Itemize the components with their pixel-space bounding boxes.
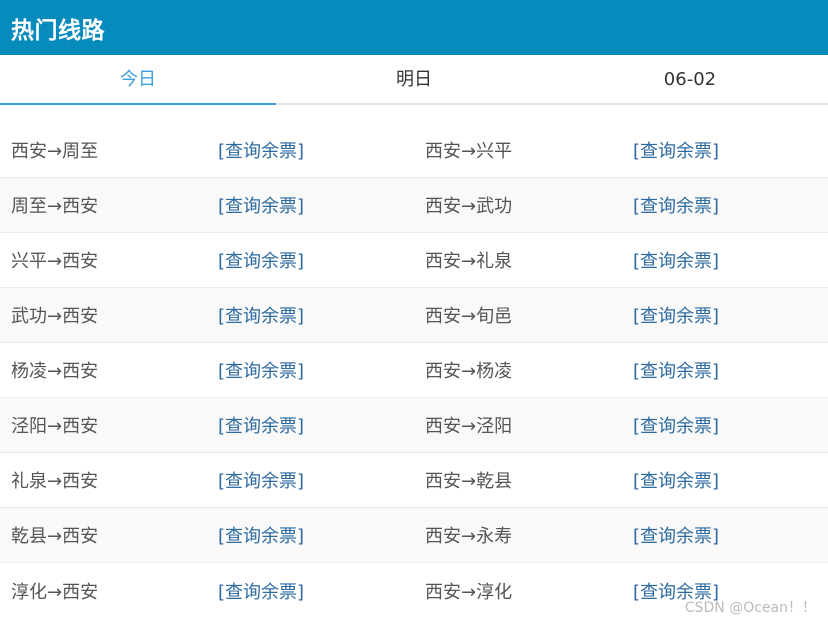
query-tickets-link[interactable]: [查询余票] (218, 522, 304, 548)
watermark: CSDN @Ocean！！ (684, 600, 816, 616)
route-label: 淳化→西安 (11, 581, 99, 603)
route-label: 兴平→西安 (11, 251, 99, 272)
page-title: 热门线路 (11, 17, 105, 44)
query-tickets-link[interactable]: [查询余票] (218, 137, 304, 163)
table-row: 乾县→西安 [查询余票] 西安→永寿 [查询余票] (0, 508, 828, 563)
routes-table: 西安→周至 [查询余票] 西安→兴平 [查询余票] 周至→西安 [查询余票] 西… (0, 123, 828, 618)
query-tickets-link[interactable]: [查询余票] (218, 247, 304, 273)
route-label: 武功→西安 (11, 306, 99, 327)
table-row: 杨凌→西安 [查询余票] 西安→杨凌 [查询余票] (0, 343, 828, 398)
query-tickets-link[interactable]: [查询余票] (218, 578, 304, 604)
tab-date[interactable]: 06-02 (552, 55, 828, 103)
query-tickets-link[interactable]: [查询余票] (633, 302, 719, 328)
route-label: 西安→乾县 (425, 471, 513, 492)
query-tickets-link[interactable]: [查询余票] (633, 357, 719, 383)
route-label: 周至→西安 (11, 196, 99, 217)
query-tickets-link[interactable]: [查询余票] (633, 522, 719, 548)
tab-tomorrow[interactable]: 明日 (276, 55, 552, 103)
route-label: 西安→永寿 (425, 526, 513, 547)
table-row: 兴平→西安 [查询余票] 西安→礼泉 [查询余票] (0, 233, 828, 288)
table-row: 西安→周至 [查询余票] 西安→兴平 [查询余票] (0, 123, 828, 178)
route-label: 杨凌→西安 (11, 361, 99, 382)
query-tickets-link[interactable]: [查询余票] (218, 467, 304, 493)
route-label: 礼泉→西安 (11, 471, 99, 492)
query-tickets-link[interactable]: [查询余票] (633, 192, 719, 218)
tab-today[interactable]: 今日 (0, 55, 276, 105)
route-label: 西安→旬邑 (425, 306, 513, 327)
query-tickets-link[interactable]: [查询余票] (218, 357, 304, 383)
route-label: 西安→杨凌 (425, 361, 513, 382)
table-row: 武功→西安 [查询余票] 西安→旬邑 [查询余票] (0, 288, 828, 343)
query-tickets-link[interactable]: [查询余票] (633, 412, 719, 438)
query-tickets-link[interactable]: [查询余票] (633, 137, 719, 163)
query-tickets-link[interactable]: [查询余票] (633, 247, 719, 273)
route-label: 西安→兴平 (425, 141, 513, 162)
query-tickets-link[interactable]: [查询余票] (218, 192, 304, 218)
query-tickets-link[interactable]: [查询余票] (633, 467, 719, 493)
route-label: 西安→礼泉 (425, 251, 513, 272)
page-header: 热门线路 (0, 0, 828, 55)
table-row: 泾阳→西安 [查询余票] 西安→泾阳 [查询余票] (0, 398, 828, 453)
route-label: 西安→淳化 (425, 581, 513, 603)
table-row: 礼泉→西安 [查询余票] 西安→乾县 [查询余票] (0, 453, 828, 508)
query-tickets-link[interactable]: [查询余票] (218, 302, 304, 328)
route-label: 西安→武功 (425, 196, 513, 217)
query-tickets-link[interactable]: [查询余票] (218, 412, 304, 438)
route-label: 西安→周至 (11, 141, 99, 162)
date-tabs: 今日 明日 06-02 (0, 55, 828, 105)
route-label: 泾阳→西安 (11, 416, 99, 437)
route-label: 乾县→西安 (11, 526, 99, 547)
route-label: 西安→泾阳 (425, 416, 513, 437)
table-row: 周至→西安 [查询余票] 西安→武功 [查询余票] (0, 178, 828, 233)
